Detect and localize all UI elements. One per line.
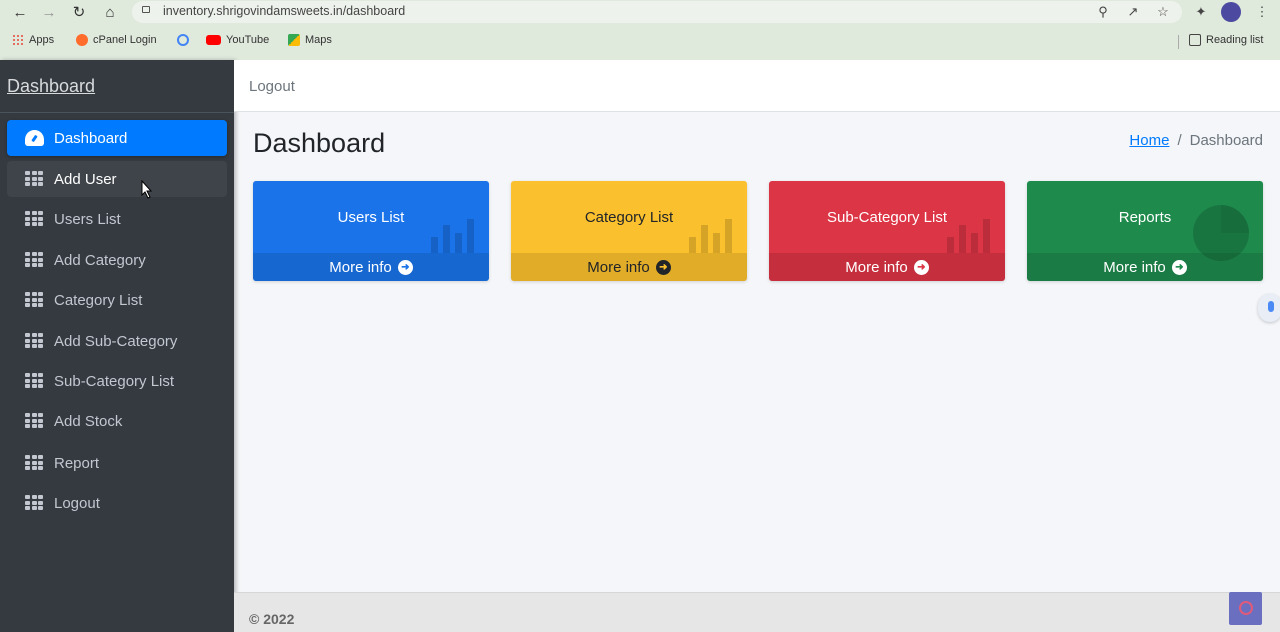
top-navbar: Logout [234, 60, 1280, 112]
small-box-title: Category List [584, 209, 674, 226]
small-box-title: Reports [1118, 209, 1172, 226]
bookmark-youtube[interactable]: YouTube [206, 34, 269, 46]
breadcrumb-separator: / [1177, 132, 1182, 149]
copyright-text: © 2022 [249, 611, 295, 627]
arrow-circle-right-icon: ➜ [1171, 259, 1187, 275]
page-title: Dashboard [253, 128, 386, 158]
grid-icon [25, 171, 43, 186]
maps-icon [288, 34, 300, 46]
grid-icon [25, 373, 43, 388]
sidebar-item-add-category[interactable]: Add Category [7, 242, 227, 278]
bookmark-google[interactable] [177, 34, 189, 46]
grid-icon [25, 495, 43, 510]
breadcrumb: Home / Dashboard [1129, 132, 1263, 149]
google-icon [177, 34, 189, 46]
small-box-category-list: Category List More info ➜ [511, 181, 747, 281]
forward-arrow-icon[interactable]: → [38, 2, 60, 22]
small-box-reports: Reports More info ➜ [1027, 181, 1263, 281]
bookmark-label: YouTube [226, 34, 270, 46]
share-icon[interactable]: ↗ [1123, 3, 1143, 21]
small-box-title: Users List [337, 209, 405, 226]
home-icon[interactable]: ⌂ [99, 2, 121, 22]
bookmarks-bar: Apps cPanel Login YouTube Maps Reading l… [0, 30, 1280, 54]
reading-list-icon [1189, 34, 1201, 46]
bookmark-label: cPanel Login [93, 34, 157, 46]
back-arrow-icon[interactable]: ← [9, 2, 31, 22]
browser-toolbar: ← → ↻ ⌂ inventory.shrigovindamsweets.in/… [0, 0, 1280, 24]
more-info-link[interactable]: More info ➜ [253, 253, 489, 281]
small-box-title: Sub-Category List [826, 209, 948, 226]
breadcrumb-home-link[interactable]: Home [1129, 132, 1169, 149]
small-box-users-list: Users List More info ➜ [253, 181, 489, 281]
sidebar-brand[interactable]: Dashboard [7, 76, 95, 97]
more-info-label: More info [845, 258, 908, 276]
grid-icon [25, 292, 43, 307]
grid-icon [25, 413, 43, 428]
navbar-logout-link[interactable]: Logout [249, 78, 295, 95]
sidebar-item-label: Add User [54, 170, 117, 188]
sidebar-item-add-sub-category[interactable]: Add Sub-Category [7, 323, 227, 359]
more-info-label: More info [329, 258, 392, 276]
arrow-circle-right-icon: ➜ [397, 259, 413, 275]
sidebar-item-label: Category List [54, 291, 143, 309]
apps-grid-icon [12, 34, 24, 46]
sidebar-item-label: Add Category [54, 251, 146, 269]
profile-avatar[interactable] [1221, 2, 1241, 22]
reload-icon[interactable]: ↻ [68, 2, 90, 22]
bookmark-maps[interactable]: Maps [288, 34, 332, 46]
dashboard-gauge-icon [25, 130, 44, 146]
breadcrumb-current: Dashboard [1189, 132, 1263, 149]
arrow-circle-right-icon: ➜ [913, 259, 929, 275]
channel-watermark-logo [1229, 592, 1262, 625]
more-info-label: More info [1103, 258, 1166, 276]
more-info-link[interactable]: More info ➜ [511, 253, 747, 281]
key-icon[interactable]: ⚲ [1093, 3, 1113, 21]
sidebar-item-users-list[interactable]: Users List [7, 201, 227, 237]
sidebar-item-add-stock[interactable]: Add Stock [7, 403, 227, 439]
microphone-icon[interactable] [1258, 294, 1280, 322]
cpanel-icon [76, 34, 88, 46]
sidebar-item-report[interactable]: Report [7, 445, 227, 481]
bookmark-cpanel[interactable]: cPanel Login [76, 34, 157, 46]
kebab-menu-icon[interactable]: ⋮ [1252, 3, 1272, 21]
sidebar-item-sub-category-list[interactable]: Sub-Category List [7, 363, 227, 399]
star-bookmark-icon[interactable]: ☆ [1153, 3, 1173, 21]
sidebar-item-label: Users List [54, 210, 121, 228]
grid-icon [25, 455, 43, 470]
sidebar-item-category-list[interactable]: Category List [7, 282, 227, 318]
grid-icon [25, 211, 43, 226]
sidebar-item-label: Report [54, 454, 100, 472]
bookmark-label: Maps [305, 34, 332, 46]
bookmarks-separator [1178, 35, 1179, 49]
reading-list-button[interactable]: Reading list [1189, 34, 1263, 46]
address-bar-url: inventory.shrigovindamsweets.in/dashboar… [163, 4, 406, 18]
sidebar-item-label: Dashboard [54, 129, 128, 147]
grid-icon [25, 252, 43, 267]
browser-chrome: ← → ↻ ⌂ inventory.shrigovindamsweets.in/… [0, 0, 1280, 60]
reading-list-label: Reading list [1206, 34, 1264, 46]
more-info-link[interactable]: More info ➜ [769, 253, 1005, 281]
grid-icon [25, 333, 43, 348]
more-info-link[interactable]: More info ➜ [1027, 253, 1263, 281]
sidebar-item-dashboard[interactable]: Dashboard [7, 120, 227, 156]
sidebar-item-add-user[interactable]: Add User [7, 161, 227, 197]
sidebar-item-label: Add Sub-Category [54, 332, 178, 350]
sidebar-item-label: Sub-Category List [54, 372, 175, 390]
sidebar-item-label: Logout [54, 494, 100, 512]
small-box-sub-category-list: Sub-Category List More info ➜ [769, 181, 1005, 281]
sidebar-item-label: Add Stock [54, 412, 123, 430]
sidebar-divider [0, 112, 234, 113]
extensions-puzzle-icon[interactable]: ✦ [1191, 3, 1211, 21]
more-info-label: More info [587, 258, 650, 276]
sidebar: Dashboard Dashboard Add User Users List … [0, 60, 234, 632]
sidebar-item-logout[interactable]: Logout [7, 485, 227, 521]
lock-icon [142, 6, 150, 13]
youtube-icon [206, 35, 221, 45]
bookmark-apps[interactable]: Apps [12, 34, 54, 46]
bookmark-label: Apps [29, 34, 55, 46]
arrow-circle-right-icon: ➜ [655, 259, 671, 275]
page-footer: © 2022 [234, 592, 1280, 632]
